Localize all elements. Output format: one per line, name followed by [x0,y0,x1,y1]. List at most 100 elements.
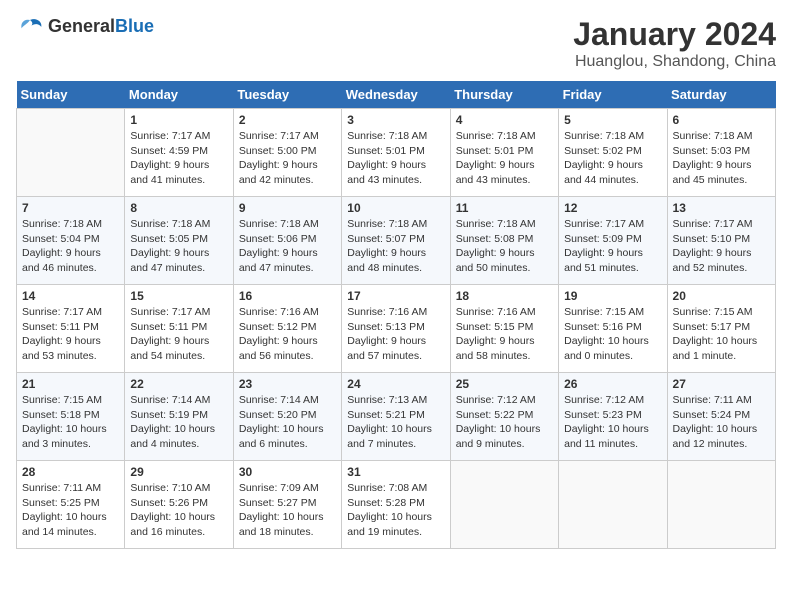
column-header-wednesday: Wednesday [342,81,450,109]
sunset-info: Sunset: 5:21 PM [347,408,444,423]
day-info: Sunrise: 7:16 AMSunset: 5:15 PMDaylight:… [456,305,553,364]
calendar-table: SundayMondayTuesdayWednesdayThursdayFrid… [16,81,776,549]
sunset-info: Sunset: 5:00 PM [239,144,336,159]
day-info: Sunrise: 7:17 AMSunset: 5:00 PMDaylight:… [239,129,336,188]
sunrise-info: Sunrise: 7:18 AM [347,217,444,232]
day-info: Sunrise: 7:18 AMSunset: 5:01 PMDaylight:… [456,129,553,188]
daylight-label: Daylight: 9 hours [239,334,336,349]
day-number: 20 [673,289,770,303]
page-header: GeneralBlue January 2024 Huanglou, Shand… [16,16,776,71]
calendar-cell: 26Sunrise: 7:12 AMSunset: 5:23 PMDayligh… [559,373,667,461]
day-info: Sunrise: 7:15 AMSunset: 5:16 PMDaylight:… [564,305,661,364]
day-info: Sunrise: 7:17 AMSunset: 5:09 PMDaylight:… [564,217,661,276]
day-number: 3 [347,113,444,127]
day-number: 13 [673,201,770,215]
month-year-title: January 2024 [573,16,776,53]
daylight-minutes: and 4 minutes. [130,437,227,452]
daylight-minutes: and 47 minutes. [130,261,227,276]
calendar-cell: 6Sunrise: 7:18 AMSunset: 5:03 PMDaylight… [667,109,775,197]
sunrise-info: Sunrise: 7:11 AM [22,481,119,496]
calendar-cell: 23Sunrise: 7:14 AMSunset: 5:20 PMDayligh… [233,373,341,461]
daylight-minutes: and 3 minutes. [22,437,119,452]
calendar-cell: 10Sunrise: 7:18 AMSunset: 5:07 PMDayligh… [342,197,450,285]
daylight-minutes: and 41 minutes. [130,173,227,188]
day-info: Sunrise: 7:13 AMSunset: 5:21 PMDaylight:… [347,393,444,452]
day-info: Sunrise: 7:17 AMSunset: 5:11 PMDaylight:… [130,305,227,364]
calendar-cell: 31 Sunrise: 7:08 AMSunset: 5:28 PMDayligh… [342,461,450,549]
calendar-week-row: 7Sunrise: 7:18 AMSunset: 5:04 PMDaylight… [17,197,776,285]
calendar-cell: 7Sunrise: 7:18 AMSunset: 5:04 PMDaylight… [17,197,125,285]
daylight-minutes: and 45 minutes. [673,173,770,188]
day-info: Sunrise: 7:14 AMSunset: 5:20 PMDaylight:… [239,393,336,452]
day-info: Sunrise: 7:18 AMSunset: 5:08 PMDaylight:… [456,217,553,276]
sunrise-info: Sunrise: 7:17 AM [130,305,227,320]
sunset-info: Sunset: 5:07 PM [347,232,444,247]
sunset-info: Sunset: 5:25 PM [22,496,119,511]
day-number: 12 [564,201,661,215]
daylight-minutes: and 56 minutes. [239,349,336,364]
day-info: Sunrise: 7:18 AMSunset: 5:05 PMDaylight:… [130,217,227,276]
sunset-info: Sunset: 5:23 PM [564,408,661,423]
sunset-info: Sunset: 5:06 PM [239,232,336,247]
sunrise-info: Sunrise: 7:18 AM [239,217,336,232]
daylight-label: Daylight: 9 hours [564,246,661,261]
day-number: 31 [347,465,444,479]
column-header-saturday: Saturday [667,81,775,109]
sunset-info: Sunset: 5:04 PM [22,232,119,247]
sunset-info: Sunset: 5:01 PM [347,144,444,159]
sunrise-info: Sunrise: 7:13 AM [347,393,444,408]
day-number: 27 [673,377,770,391]
daylight-label: Daylight: 9 hours [239,158,336,173]
sunrise-info: Sunrise: 7:18 AM [22,217,119,232]
calendar-cell: 22Sunrise: 7:14 AMSunset: 5:19 PMDayligh… [125,373,233,461]
calendar-cell: 14Sunrise: 7:17 AMSunset: 5:11 PMDayligh… [17,285,125,373]
calendar-cell: 12 Sunrise: 7:17 AMSunset: 5:09 PMDayligh… [559,197,667,285]
day-number: 9 [239,201,336,215]
sunrise-info: Sunrise: 7:09 AM [239,481,336,496]
daylight-label: Daylight: 9 hours [130,334,227,349]
daylight-label: Daylight: 9 hours [239,246,336,261]
sunset-info: Sunset: 5:12 PM [239,320,336,335]
day-number: 1 [130,113,227,127]
calendar-cell: 15Sunrise: 7:17 AMSunset: 5:11 PMDayligh… [125,285,233,373]
calendar-cell: 21Sunrise: 7:15 AMSunset: 5:18 PMDayligh… [17,373,125,461]
daylight-minutes: and 47 minutes. [239,261,336,276]
daylight-label: Daylight: 9 hours [673,158,770,173]
daylight-minutes: and 48 minutes. [347,261,444,276]
logo-general: General [48,16,115,36]
daylight-label: Daylight: 9 hours [456,246,553,261]
sunset-info: Sunset: 5:19 PM [130,408,227,423]
daylight-label: Daylight: 10 hours [347,422,444,437]
calendar-week-row: 28Sunrise: 7:11 AMSunset: 5:25 PMDayligh… [17,461,776,549]
calendar-cell [17,109,125,197]
sunrise-info: Sunrise: 7:10 AM [130,481,227,496]
calendar-week-row: 1Sunrise: 7:17 AMSunset: 4:59 PMDaylight… [17,109,776,197]
daylight-label: Daylight: 10 hours [347,510,444,525]
daylight-label: Daylight: 10 hours [456,422,553,437]
daylight-label: Daylight: 10 hours [130,510,227,525]
daylight-label: Daylight: 10 hours [22,510,119,525]
sunset-info: Sunset: 5:05 PM [130,232,227,247]
day-info: Sunrise: 7:18 AMSunset: 5:03 PMDaylight:… [673,129,770,188]
day-info: Sunrise: 7:08 AMSunset: 5:28 PMDaylight:… [347,481,444,540]
calendar-cell: 8Sunrise: 7:18 AMSunset: 5:05 PMDaylight… [125,197,233,285]
sunrise-info: Sunrise: 7:18 AM [456,129,553,144]
day-info: Sunrise: 7:18 AMSunset: 5:04 PMDaylight:… [22,217,119,276]
calendar-header-row: SundayMondayTuesdayWednesdayThursdayFrid… [17,81,776,109]
day-number: 29 [130,465,227,479]
day-info: Sunrise: 7:17 AMSunset: 5:10 PMDaylight:… [673,217,770,276]
day-info: Sunrise: 7:18 AMSunset: 5:02 PMDaylight:… [564,129,661,188]
daylight-label: Daylight: 9 hours [564,158,661,173]
calendar-cell: 25Sunrise: 7:12 AMSunset: 5:22 PMDayligh… [450,373,558,461]
sunrise-info: Sunrise: 7:08 AM [347,481,444,496]
daylight-minutes: and 54 minutes. [130,349,227,364]
day-info: Sunrise: 7:14 AMSunset: 5:19 PMDaylight:… [130,393,227,452]
day-number: 19 [564,289,661,303]
logo-blue: Blue [115,16,154,36]
daylight-label: Daylight: 10 hours [673,422,770,437]
daylight-label: Daylight: 10 hours [239,422,336,437]
sunset-info: Sunset: 5:24 PM [673,408,770,423]
sunrise-info: Sunrise: 7:18 AM [130,217,227,232]
calendar-cell: 5Sunrise: 7:18 AMSunset: 5:02 PMDaylight… [559,109,667,197]
sunset-info: Sunset: 5:26 PM [130,496,227,511]
